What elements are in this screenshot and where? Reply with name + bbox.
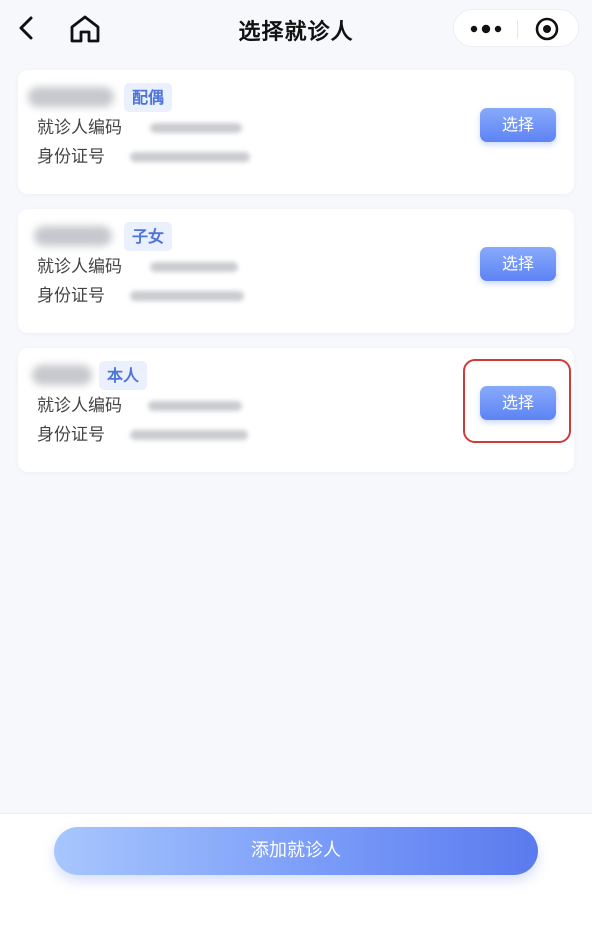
bottom-bar: 添加就诊人 [0, 813, 592, 927]
patient-card: 配偶 就诊人编码 身份证号 选择 [18, 70, 574, 194]
patient-code-redacted [150, 262, 238, 272]
capsule-divider [517, 20, 518, 38]
patient-code-label: 就诊人编码 [37, 396, 122, 416]
navigation-bar: 选择就诊人 [0, 0, 592, 58]
patient-code-label: 就诊人编码 [37, 257, 122, 277]
select-button[interactable]: 选择 [480, 108, 556, 142]
patient-card: 子女 就诊人编码 身份证号 选择 [18, 209, 574, 333]
highlight-annotation [463, 359, 571, 443]
close-target-icon[interactable] [534, 16, 560, 42]
relation-tag: 配偶 [124, 83, 173, 112]
id-number-label: 身份证号 [37, 286, 105, 306]
add-patient-button[interactable]: 添加就诊人 [54, 827, 538, 875]
patient-name-redacted [34, 226, 112, 246]
id-number-label: 身份证号 [37, 147, 105, 167]
patient-code-redacted [150, 123, 242, 133]
patient-code-redacted [148, 401, 242, 411]
page: 选择就诊人 配偶 就诊人编码 身份证号 选择 子女 就诊人编码 身份证号 选择 … [0, 0, 592, 927]
id-number-label: 身份证号 [37, 425, 105, 445]
id-number-redacted [130, 152, 250, 162]
select-button[interactable]: 选择 [480, 247, 556, 281]
relation-tag: 本人 [99, 361, 148, 390]
patient-code-label: 就诊人编码 [37, 118, 122, 138]
patient-name-redacted [28, 87, 114, 107]
id-number-redacted [130, 291, 244, 301]
mini-program-capsule [453, 9, 579, 47]
patient-name-redacted [32, 365, 92, 385]
more-icon[interactable] [468, 20, 504, 38]
relation-tag: 子女 [124, 222, 173, 251]
id-number-redacted [130, 430, 248, 440]
